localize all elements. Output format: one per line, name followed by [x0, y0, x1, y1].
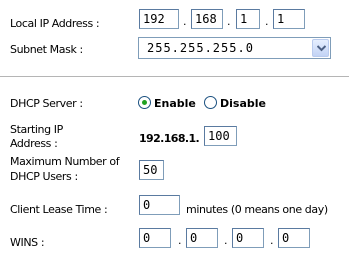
ip-dot: .	[227, 15, 231, 28]
starting-ip-label-line1: Starting IP	[10, 123, 63, 136]
local-ip-octet-3[interactable]: 1	[236, 9, 260, 29]
subnet-mask-label: Subnet Mask :	[10, 43, 83, 56]
dhcp-enable-label[interactable]: Enable	[154, 97, 196, 110]
starting-ip-label-line2: Address :	[10, 137, 58, 150]
dhcp-disable-label[interactable]: Disable	[220, 97, 266, 110]
starting-ip-last-octet[interactable]: 100	[204, 126, 237, 146]
wins-octet-3[interactable]: 0	[232, 228, 264, 248]
dhcp-enable-radio[interactable]	[138, 96, 151, 109]
lease-time-input[interactable]: 0	[139, 195, 180, 215]
max-users-label-line2: DHCP Users :	[10, 170, 78, 183]
wins-octet-1[interactable]: 0	[139, 228, 171, 248]
max-users-input[interactable]: 50	[139, 160, 164, 180]
dhcp-disable-radio[interactable]	[204, 96, 217, 109]
max-users-label-line1: Maximum Number of	[10, 155, 120, 168]
ip-dot: .	[270, 234, 274, 247]
subnet-mask-value: 255.255.255.0	[147, 41, 254, 55]
ip-dot: .	[265, 15, 269, 28]
dhcp-server-label: DHCP Server :	[10, 97, 83, 110]
ip-dot: .	[178, 234, 182, 247]
lease-time-label: Client Lease Time :	[10, 203, 108, 216]
lease-time-note: minutes (0 means one day)	[186, 203, 328, 216]
local-ip-label: Local IP Address :	[10, 17, 100, 30]
wins-octet-2[interactable]: 0	[186, 228, 218, 248]
lan-setup-panel: Local IP Address : 192 . 168 . 1 . 1 Sub…	[0, 0, 349, 257]
subnet-mask-select[interactable]: 255.255.255.0	[138, 37, 331, 59]
chevron-down-icon[interactable]	[312, 39, 329, 57]
ip-dot: .	[224, 234, 228, 247]
wins-label: WINS :	[10, 236, 45, 249]
starting-ip-prefix: 192.168.1.	[139, 132, 200, 145]
local-ip-octet-4[interactable]: 1	[273, 9, 305, 29]
wins-octet-4[interactable]: 0	[278, 228, 310, 248]
local-ip-octet-2[interactable]: 168	[191, 9, 223, 29]
ip-dot: .	[183, 15, 187, 28]
local-ip-octet-1[interactable]: 192	[139, 9, 179, 29]
section-divider	[0, 76, 349, 77]
